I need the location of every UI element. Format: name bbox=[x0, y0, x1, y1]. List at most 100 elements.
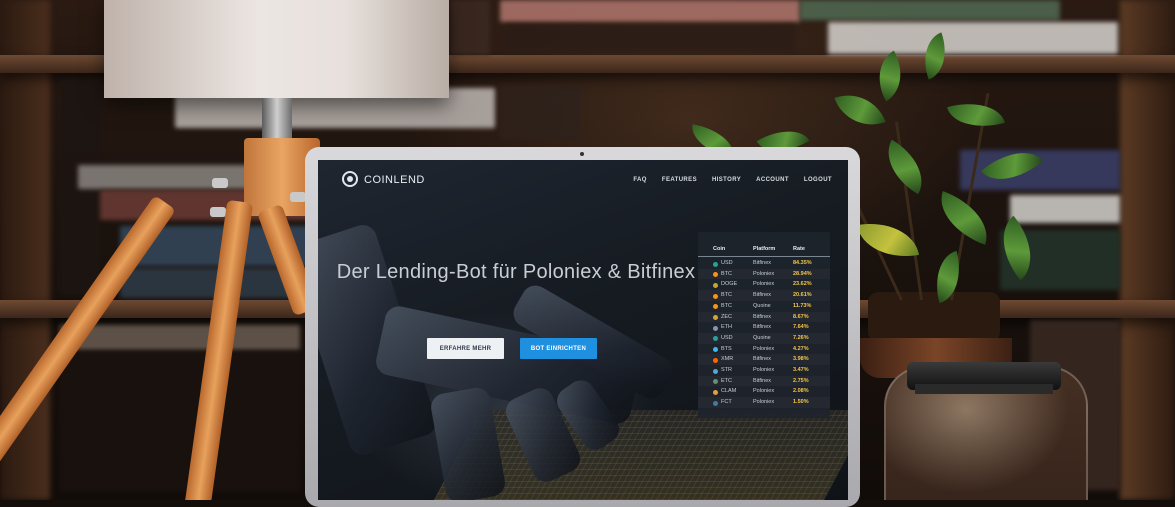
coin-cell: BTC bbox=[721, 292, 732, 299]
coin-cell: USD bbox=[721, 260, 733, 266]
lamp-knob bbox=[212, 178, 228, 188]
nav-faq[interactable]: FAQ bbox=[633, 177, 647, 183]
coin-icon bbox=[713, 400, 718, 406]
main-nav: FAQ FEATURES HISTORY ACCOUNT LOGOUT bbox=[633, 177, 832, 183]
book bbox=[800, 0, 1060, 20]
coin-cell: BTC bbox=[721, 302, 732, 309]
rate-cell: 2.75% bbox=[793, 377, 809, 384]
lamp-knob bbox=[210, 207, 226, 217]
platform-cell: Bitfinex bbox=[753, 260, 772, 266]
book bbox=[500, 85, 580, 140]
coin-icon bbox=[713, 315, 718, 320]
coin-icon bbox=[713, 282, 718, 288]
plant-leaf bbox=[834, 84, 886, 136]
coin-cell: ETH bbox=[721, 324, 732, 331]
rate-cell: 20.61% bbox=[793, 292, 812, 299]
table-row: XMR Bitfinex 3.98% bbox=[698, 354, 830, 365]
coin-icon bbox=[713, 389, 718, 395]
rate-cell: 84.35% bbox=[793, 260, 812, 266]
coin-cell: USD bbox=[721, 334, 733, 341]
lamp-knob bbox=[290, 192, 306, 202]
platform-cell: Poloniex bbox=[753, 345, 775, 352]
table-row: ZEC Bitfinex 8.67% bbox=[698, 312, 830, 323]
table-row: ETH Bitfinex 7.64% bbox=[698, 322, 830, 333]
book bbox=[60, 325, 300, 350]
lending-rate-table: Coin Platform Rate USD Bitfinex 84.35% BTC P… bbox=[698, 232, 830, 418]
rate-cell: 3.98% bbox=[793, 356, 809, 363]
table-row: BTS Poloniex 4.27% bbox=[698, 344, 830, 355]
table-row: BTC Quoine 11.73% bbox=[698, 301, 830, 312]
rate-cell: 7.26% bbox=[793, 334, 809, 341]
coin-icon bbox=[713, 293, 718, 299]
table-row: BTC Poloniex 28.94% bbox=[698, 269, 830, 280]
lamp-neck bbox=[262, 98, 292, 138]
learn-more-button[interactable]: ERFAHRE MEHR bbox=[427, 338, 504, 359]
nav-account[interactable]: ACCOUNT bbox=[756, 177, 789, 183]
rate-cell: 23.62% bbox=[793, 281, 812, 288]
book bbox=[500, 0, 800, 22]
column-header-rate: Rate bbox=[793, 246, 805, 252]
book bbox=[828, 22, 1118, 54]
coin-cell: XMR bbox=[721, 356, 734, 363]
coin-cell: FCT bbox=[721, 399, 732, 406]
book bbox=[120, 268, 300, 298]
platform-cell: Poloniex bbox=[753, 281, 775, 288]
platform-cell: Bitfinex bbox=[753, 292, 772, 299]
table-row: BTC Bitfinex 20.61% bbox=[698, 290, 830, 301]
site-logo-text[interactable]: COINLEND bbox=[364, 174, 425, 186]
rate-cell: 8.67% bbox=[793, 313, 809, 320]
table-row: CLAM Poloniex 2.08% bbox=[698, 386, 830, 397]
plant-leaf bbox=[947, 93, 1005, 137]
platform-cell: Poloniex bbox=[753, 270, 775, 277]
rate-cell: 7.64% bbox=[793, 324, 809, 331]
table-row: FCT Poloniex 1.50% bbox=[698, 397, 830, 408]
platform-cell: Poloniex bbox=[753, 367, 775, 373]
coin-cell: CLAM bbox=[721, 388, 737, 395]
coin-icon bbox=[713, 379, 718, 385]
laptop-camera bbox=[580, 152, 584, 156]
coin-cell: DOGE bbox=[721, 281, 738, 288]
coin-cell: ZEC bbox=[721, 313, 732, 320]
table-row: STR Poloniex 3.47% bbox=[698, 365, 830, 376]
rate-cell: 4.27% bbox=[793, 345, 809, 352]
laptop-screen: COINLEND FAQ FEATURES HISTORY ACCOUNT LO… bbox=[318, 160, 848, 500]
nav-features[interactable]: FEATURES bbox=[662, 177, 697, 183]
coin-icon bbox=[713, 261, 718, 267]
platform-cell: Bitfinex bbox=[753, 324, 772, 331]
coin-icon bbox=[713, 304, 718, 310]
site-header: COINLEND FAQ FEATURES HISTORY ACCOUNT LO… bbox=[318, 160, 848, 202]
platform-cell: Bitfinex bbox=[753, 377, 772, 384]
table-row: USD Bitfinex 84.35% bbox=[698, 258, 830, 269]
platform-cell: Poloniex bbox=[753, 388, 775, 395]
plant-soil bbox=[868, 292, 1000, 342]
coinlend-logo-icon[interactable] bbox=[342, 171, 358, 187]
column-header-coin: Coin bbox=[713, 246, 726, 252]
rate-cell: 3.47% bbox=[793, 367, 809, 373]
platform-cell: Quoine bbox=[753, 334, 771, 341]
coin-icon bbox=[713, 272, 718, 278]
lamp-shade bbox=[104, 0, 449, 98]
book bbox=[450, 0, 490, 55]
rate-cell: 11.73% bbox=[793, 302, 812, 309]
coin-icon bbox=[713, 368, 718, 374]
jar-lid-rim bbox=[915, 384, 1053, 394]
nav-logout[interactable]: LOGOUT bbox=[804, 177, 832, 183]
hero-headline: Der Lending-Bot für Poloniex & Bitfinex bbox=[336, 261, 696, 283]
table-row: ETC Bitfinex 2.75% bbox=[698, 376, 830, 387]
rate-cell: 28.94% bbox=[793, 270, 812, 277]
coin-icon bbox=[713, 347, 718, 353]
coin-cell: BTC bbox=[721, 270, 732, 277]
platform-cell: Quoine bbox=[753, 302, 771, 309]
book bbox=[60, 352, 300, 492]
table-header: Coin Platform Rate bbox=[698, 246, 830, 257]
book bbox=[505, 24, 795, 52]
nav-history[interactable]: HISTORY bbox=[712, 177, 741, 183]
table-row: USD Quoine 7.26% bbox=[698, 333, 830, 344]
coin-cell: BTS bbox=[721, 345, 732, 352]
book bbox=[1010, 195, 1120, 223]
coin-icon bbox=[713, 357, 718, 363]
robot-hand-art bbox=[428, 385, 508, 500]
coin-icon bbox=[713, 325, 718, 331]
setup-bot-button[interactable]: BOT EINRICHTEN bbox=[520, 338, 597, 359]
rate-cell: 2.08% bbox=[793, 388, 809, 395]
